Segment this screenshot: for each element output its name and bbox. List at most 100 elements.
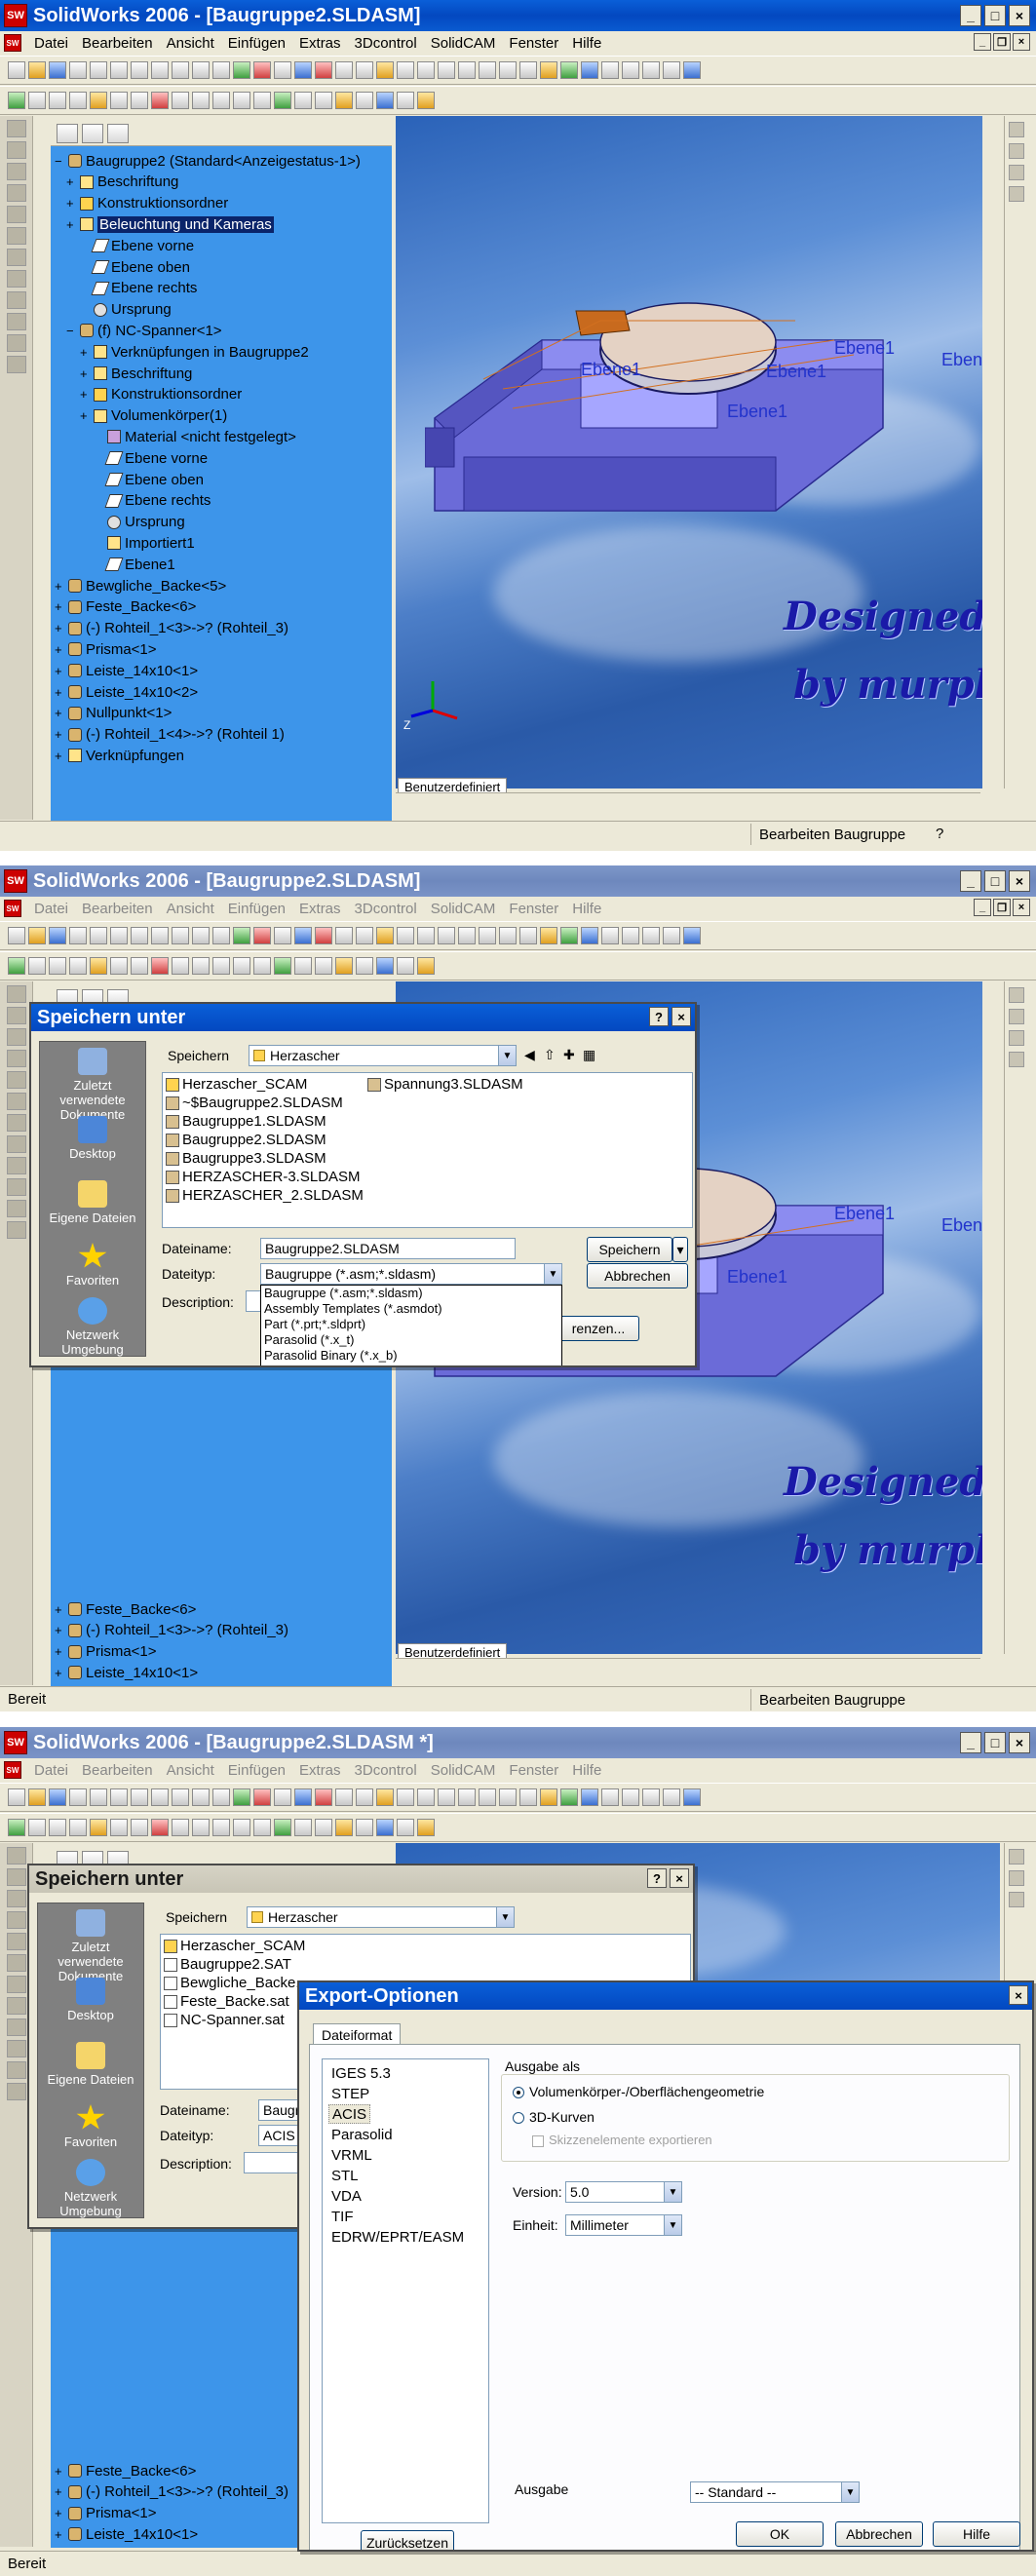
file-list-item[interactable]: HERZASCHER-3.SLDASM bbox=[166, 1168, 361, 1186]
property-icon[interactable] bbox=[335, 1819, 353, 1836]
format-list-item[interactable]: ACIS bbox=[328, 2104, 371, 2124]
ok-button[interactable]: OK bbox=[736, 2521, 824, 2547]
insert-component-icon[interactable] bbox=[8, 1819, 25, 1836]
edit-component-icon[interactable] bbox=[49, 92, 66, 109]
doc-close-icon[interactable]: × bbox=[1013, 33, 1030, 51]
move-component-icon[interactable] bbox=[110, 92, 128, 109]
assembly-feature-icon[interactable] bbox=[253, 92, 271, 109]
tree-item[interactable]: Ebene oben bbox=[94, 469, 204, 490]
view-icon[interactable] bbox=[335, 61, 353, 79]
format-list-item[interactable]: Parasolid bbox=[328, 2125, 396, 2144]
radio-3d-curves[interactable]: 3D-Kurven bbox=[513, 2109, 595, 2125]
select-icon[interactable] bbox=[212, 1788, 230, 1806]
minimize-icon[interactable]: _ bbox=[960, 5, 981, 26]
output-select[interactable]: -- Standard -- ▼ bbox=[690, 2481, 860, 2503]
expand-toggle-icon[interactable]: + bbox=[80, 408, 92, 423]
rebuild-icon[interactable] bbox=[233, 1788, 250, 1806]
expand-toggle-icon[interactable]: + bbox=[66, 174, 78, 189]
doc-logo-icon[interactable]: SW bbox=[4, 1761, 21, 1779]
dimension-icon[interactable] bbox=[499, 1788, 517, 1806]
tree-item[interactable]: Ursprung bbox=[80, 299, 172, 321]
format-list[interactable]: IGES 5.3 STEP ACIS Parasolid VRML STL VDA TIF ED… bbox=[322, 2058, 489, 2523]
tree-item[interactable]: Material <nicht festgelegt> bbox=[94, 426, 296, 447]
rotate-component-icon[interactable] bbox=[131, 957, 148, 975]
undo-icon[interactable] bbox=[172, 61, 189, 79]
line-icon[interactable] bbox=[438, 927, 455, 944]
configurationmanager-tab-icon[interactable] bbox=[107, 123, 129, 143]
close-icon[interactable]: × bbox=[1009, 1732, 1030, 1753]
save-in-combo[interactable]: Herzascher ▼ bbox=[247, 1906, 515, 1928]
strip-tool-icon[interactable] bbox=[7, 356, 26, 373]
dialog-close-icon[interactable]: × bbox=[670, 1868, 689, 1888]
tree-item[interactable]: +Leiste_14x10<2> bbox=[55, 2545, 198, 2549]
cut-icon[interactable] bbox=[110, 1788, 128, 1806]
hide-show-icon[interactable] bbox=[28, 1819, 46, 1836]
interference-icon[interactable] bbox=[151, 1819, 169, 1836]
note-icon[interactable] bbox=[376, 1788, 394, 1806]
view-menu-icon[interactable]: ▦ bbox=[583, 1047, 595, 1063]
tree-item[interactable]: + (-) Rohteil_1<4>->? (Rohteil 1) bbox=[55, 724, 285, 746]
zoom-fit-icon[interactable] bbox=[581, 1788, 598, 1806]
material-bulb-icon[interactable] bbox=[417, 957, 435, 975]
dialog-help-icon[interactable]: ? bbox=[647, 1868, 667, 1888]
tree-item[interactable]: − (f) NC-Spanner<1> bbox=[66, 320, 222, 341]
zoom-area-icon[interactable] bbox=[601, 61, 619, 79]
zoom-selection-icon[interactable] bbox=[642, 927, 660, 944]
doc-minimize-icon[interactable]: _ bbox=[974, 33, 991, 51]
strip-tool-icon[interactable] bbox=[7, 1200, 26, 1217]
select-icon[interactable] bbox=[212, 927, 230, 944]
render-icon[interactable] bbox=[397, 1819, 414, 1836]
strip-tool-icon[interactable] bbox=[7, 227, 26, 245]
copy-icon[interactable] bbox=[131, 61, 148, 79]
task-pane-collapse-icon[interactable] bbox=[1009, 1052, 1024, 1067]
tree-item[interactable]: Ebene vorne bbox=[80, 235, 194, 256]
dialog-close-icon[interactable]: × bbox=[671, 1007, 691, 1026]
doc-logo-icon[interactable]: SW bbox=[4, 900, 21, 917]
interference-icon[interactable] bbox=[151, 92, 169, 109]
light-icon[interactable] bbox=[356, 92, 373, 109]
paste-icon[interactable] bbox=[151, 61, 169, 79]
strip-tool-icon[interactable] bbox=[7, 985, 26, 1003]
version-select[interactable]: 5.0 ▼ bbox=[565, 2181, 682, 2203]
tree-item[interactable]: Ebene oben bbox=[80, 256, 190, 278]
tree-item[interactable]: + Bewgliche_Backe<5> bbox=[55, 575, 226, 596]
strip-tool-icon[interactable] bbox=[7, 2019, 26, 2036]
open-folder-icon[interactable] bbox=[28, 927, 46, 944]
strip-tool-icon[interactable] bbox=[7, 1007, 26, 1024]
select-icon[interactable] bbox=[212, 61, 230, 79]
reset-button[interactable]: Zurücksetzen bbox=[361, 2530, 454, 2550]
horizontal-scrollbar[interactable] bbox=[396, 792, 980, 812]
format-list-item[interactable]: STEP bbox=[328, 2084, 372, 2103]
paste-icon[interactable] bbox=[151, 927, 169, 944]
new-file-icon[interactable] bbox=[8, 61, 25, 79]
file-list-item[interactable]: Baugruppe3.SLDASM bbox=[166, 1149, 326, 1168]
light-icon[interactable] bbox=[356, 957, 373, 975]
mate-icon[interactable] bbox=[560, 927, 578, 944]
layer-icon[interactable] bbox=[356, 1788, 373, 1806]
file-list-item[interactable]: Spannung3.SLDASM bbox=[367, 1075, 523, 1094]
save-button[interactable]: Speichern bbox=[587, 1237, 672, 1262]
strip-tool-icon[interactable] bbox=[7, 1028, 26, 1046]
smart-fastener-icon[interactable] bbox=[212, 957, 230, 975]
layer-icon[interactable] bbox=[356, 927, 373, 944]
expand-toggle-icon[interactable]: + bbox=[80, 387, 92, 402]
circle-icon[interactable] bbox=[479, 61, 496, 79]
graphics-area[interactable]: Ebene1 Ebene1 Ebene Ebene1 Ebene1 Design… bbox=[396, 116, 1000, 788]
strip-tool-icon[interactable] bbox=[7, 2061, 26, 2079]
options-icon[interactable] bbox=[274, 1788, 291, 1806]
menu-einfuegen[interactable]: Einfügen bbox=[221, 901, 292, 917]
menu-ansicht[interactable]: Ansicht bbox=[160, 35, 221, 52]
tree-item[interactable]: Ebene vorne bbox=[94, 447, 208, 469]
component-pattern-icon[interactable] bbox=[90, 92, 107, 109]
file-list-item[interactable]: ~$Baugruppe2.SLDASM bbox=[166, 1094, 343, 1112]
menu-3dcontrol[interactable]: 3Dcontrol bbox=[348, 35, 424, 52]
filetype-option[interactable]: Parasolid Binary (*.x_b) bbox=[261, 1348, 561, 1364]
light-icon[interactable] bbox=[356, 1819, 373, 1836]
tree-item[interactable]: + Verknüpfungen in Baugruppe2 bbox=[80, 341, 309, 363]
menu-bearbeiten[interactable]: Bearbeiten bbox=[75, 1762, 160, 1779]
strip-tool-icon[interactable] bbox=[7, 334, 26, 352]
doc-restore-icon[interactable]: ❐ bbox=[993, 33, 1011, 51]
tree-item[interactable]: − Baugruppe2 (Standard<Anzeigestatus-1>) bbox=[55, 150, 361, 172]
material-bulb-icon[interactable] bbox=[417, 1819, 435, 1836]
no-external-icon[interactable] bbox=[69, 957, 87, 975]
